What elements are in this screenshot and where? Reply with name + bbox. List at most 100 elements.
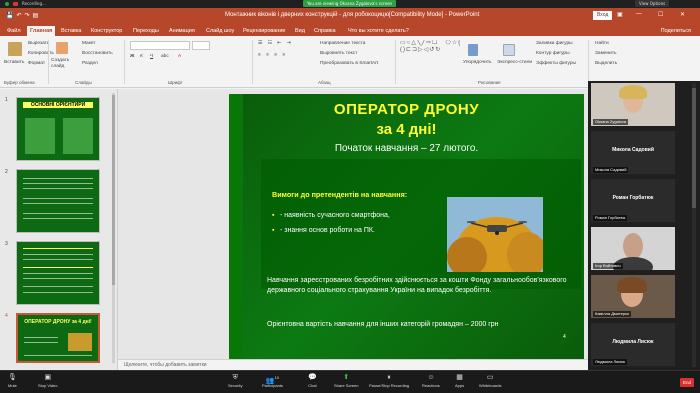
login-button[interactable]: Вход (593, 11, 613, 20)
cut-button[interactable]: Вырезать (28, 41, 49, 46)
underline-button[interactable]: Ч (150, 54, 153, 59)
tab-file[interactable]: Файл (4, 26, 24, 36)
notes-pane[interactable]: Щелкните, чтобы добавить заметки (118, 359, 588, 370)
participants-scrollbar[interactable] (692, 83, 696, 367)
find-button[interactable]: Найти (595, 41, 609, 46)
tell-me-search[interactable]: Что вы хотите сделать? (345, 26, 412, 36)
text-line (23, 188, 93, 189)
quick-styles-button[interactable]: Экспресс-стили (497, 60, 532, 65)
share-button[interactable]: Поделиться (658, 26, 694, 36)
stop-video-button[interactable]: ▣ Stop Video (38, 373, 58, 388)
shape-outline-button[interactable]: Контур фигуры (536, 51, 570, 56)
stop-video-label: Stop Video (38, 383, 58, 388)
font-size-select[interactable] (192, 41, 210, 50)
participant-tile[interactable]: Камілла Дмитерко (591, 275, 675, 318)
format-painter-button[interactable]: Формат (28, 61, 45, 66)
requirements-heading[interactable]: Вимоги до претендентів на навчання: (272, 190, 432, 199)
select-button[interactable]: Выделить (595, 61, 617, 66)
scrollbar-thumb[interactable] (112, 95, 115, 285)
funding-paragraph[interactable]: Навчання зареєстрованих безробітних здій… (267, 276, 567, 296)
scrollbar-thumb[interactable] (692, 88, 696, 208)
mute-button[interactable]: 🎙 Mute (8, 373, 17, 388)
reset-button[interactable]: Восстановить (82, 51, 113, 56)
participant-name-tag: Людмила Лисюк (593, 359, 628, 365)
tab-insert[interactable]: Вставка (58, 26, 84, 36)
tab-slideshow[interactable]: Слайд шоу (203, 26, 237, 36)
quick-styles-icon[interactable] (503, 44, 515, 56)
slide-thumbnails-pane: 1 ОСНОВНІ ОРІЄНТИРИ 2 3 4 ОПЕРАТОР ДРОНУ… (0, 89, 118, 370)
arrange-button[interactable]: Упорядочить (463, 60, 492, 65)
slide-thumbnail-3[interactable] (16, 241, 100, 305)
participants-button[interactable]: 👥10 Participants (262, 373, 283, 388)
font-color-button[interactable]: A (178, 54, 181, 59)
slide-thumbnail-2[interactable] (16, 169, 100, 233)
participant-tile[interactable]: Людмила Лисюк Людмила Лисюк (591, 323, 675, 366)
shape-effects-button[interactable]: Эффекты фигуры (536, 61, 576, 66)
tab-design[interactable]: Конструктор (88, 26, 125, 36)
align-text-button[interactable]: Выровнять текст (320, 51, 357, 56)
whiteboards-button[interactable]: ▭ Whiteboards (479, 373, 501, 388)
paste-icon[interactable] (8, 42, 22, 56)
slide-title-line2[interactable]: за 4 дні! (229, 121, 584, 138)
requirement-item[interactable]: ▪ - знання основ роботи на ПК. (272, 227, 375, 234)
new-slide-icon[interactable] (56, 42, 68, 54)
current-slide[interactable]: ОПЕРАТОР ДРОНУ за 4 дні! Початок навчанн… (229, 94, 584, 359)
font-name-select[interactable] (130, 41, 190, 50)
participant-tile[interactable]: Микола Садовий Микола Садовий (591, 131, 675, 174)
copy-button[interactable]: Копировать (28, 51, 54, 56)
minimize-icon[interactable]: — (636, 11, 642, 17)
participants-count: 10 (274, 375, 280, 380)
apps-button[interactable]: ▦ Apps (455, 373, 464, 388)
tab-transitions[interactable]: Переходы (130, 26, 162, 36)
tab-review[interactable]: Рецензирование (240, 26, 288, 36)
section-button[interactable]: Раздел (82, 61, 98, 66)
chat-button[interactable]: 💬 Chat (308, 373, 317, 388)
slide-thumbnail-4[interactable]: ОПЕРАТОР ДРОНУ за 4 дні! (16, 313, 100, 363)
align-buttons[interactable]: ≡ ≡ ≡ ≡ (258, 53, 287, 58)
thumbnail-number: 2 (5, 169, 8, 175)
smartart-button[interactable]: Преобразовать в SmartArt (320, 61, 378, 66)
tab-animations[interactable]: Анимация (166, 26, 198, 36)
view-options-button[interactable]: View Options (635, 0, 670, 7)
thumbnail-number: 4 (5, 313, 8, 319)
slide-thumbnail-1[interactable]: ОСНОВНІ ОРІЄНТИРИ (16, 97, 100, 161)
tab-home[interactable]: Главная (27, 26, 56, 36)
tab-view[interactable]: Вид (292, 26, 308, 36)
maximize-icon[interactable]: ☐ (658, 11, 663, 18)
chat-icon: 💬 (308, 374, 317, 381)
shape-fill-button[interactable]: Заливка фигуры (536, 41, 573, 46)
ribbon-display-icon[interactable]: ▣ (617, 11, 623, 18)
arrange-icon[interactable] (468, 44, 478, 56)
bold-button[interactable]: Ж (130, 54, 134, 59)
requirement-item[interactable]: ▪ - наявність сучасного смартфона, (272, 212, 390, 219)
participant-tile[interactable]: Oksana Zygalova (591, 83, 675, 126)
reactions-label: Reactions (422, 383, 440, 388)
close-icon[interactable]: ✕ (680, 11, 685, 18)
slide-subtitle[interactable]: Початок навчання – 27 лютого. (229, 143, 584, 154)
strikethrough-button[interactable]: abc (161, 54, 169, 59)
participant-tile[interactable]: Роман Горбатюк Роман Горбатюк (591, 179, 675, 222)
price-paragraph[interactable]: Орієнтовна вартість навчання для інших к… (267, 321, 567, 328)
participant-tile[interactable]: Ігор Войтович (591, 227, 675, 270)
text-line (23, 203, 93, 204)
paste-button[interactable]: Вставить (4, 60, 24, 65)
replace-button[interactable]: Заменить (595, 51, 617, 56)
italic-button[interactable]: К (140, 54, 143, 59)
layout-button[interactable]: Макет (82, 41, 96, 46)
end-button[interactable]: End (680, 378, 694, 387)
quick-access-icons[interactable]: 💾↶↷▤ (6, 12, 41, 19)
shapes-gallery[interactable]: ▭○△╲╱⇨☐⌒⬠☆{}()⊏⊐▷◁↺↻ (400, 40, 460, 68)
participant-name: Микола Садовий (612, 147, 654, 153)
participant-name-tag: Камілла Дмитерко (593, 311, 632, 317)
thumbnails-scrollbar[interactable] (112, 93, 115, 363)
pause-stop-recording-button[interactable]: ⏸ Pause/Stop Recording (369, 373, 409, 388)
group-drawing: Рисование (478, 80, 501, 85)
new-slide-button[interactable]: Создать слайд (51, 58, 76, 70)
slide-title[interactable]: ОПЕРАТОР ДРОНУ (229, 101, 584, 118)
tab-help[interactable]: Справка (311, 26, 339, 36)
text-direction-button[interactable]: Направление текста (320, 41, 365, 46)
reactions-button[interactable]: ☺ Reactions (422, 373, 440, 388)
list-buttons[interactable]: ☰ ☷ ⇤ ⇥ (258, 41, 293, 46)
security-button[interactable]: ⛨ Security (228, 373, 242, 388)
share-screen-button[interactable]: ⬆ Share Screen (334, 373, 358, 388)
